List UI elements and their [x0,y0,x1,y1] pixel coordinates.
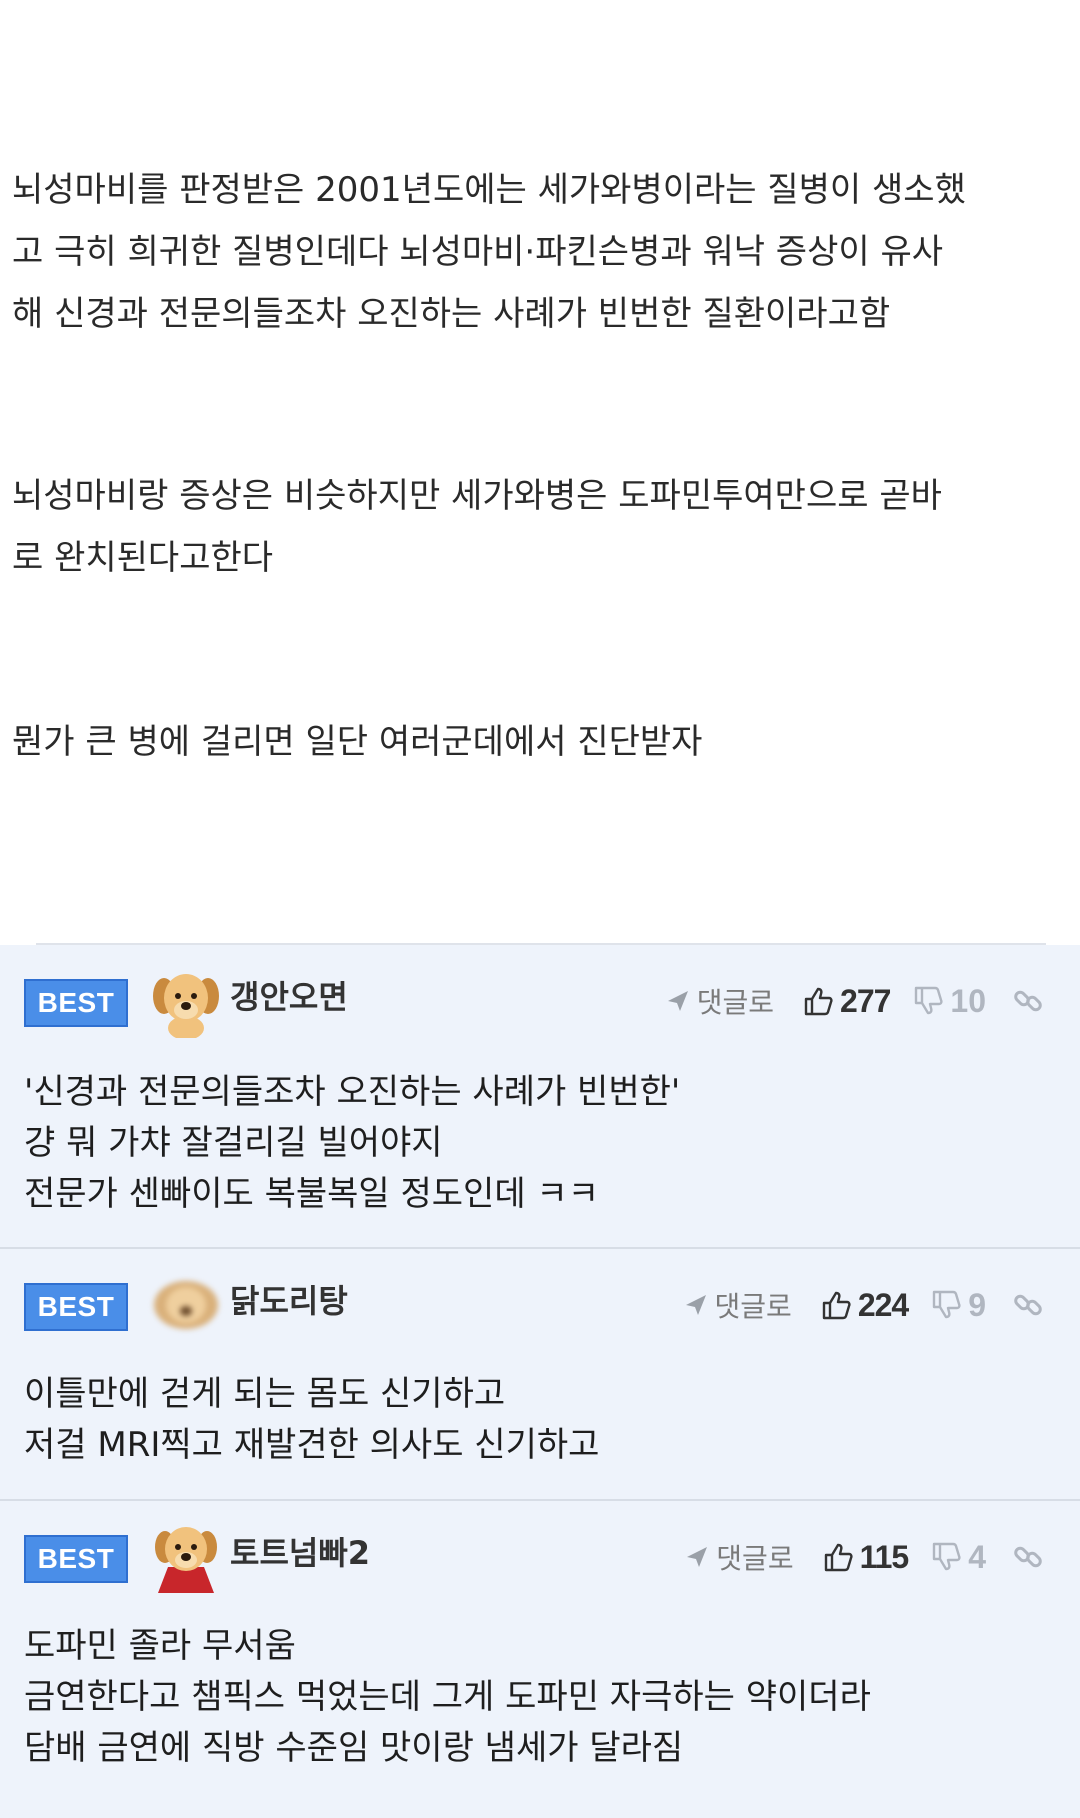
comment-text: 도파민 졸라 무서움 금연한다고 챔픽스 먹었는데 그게 도파민 자극하는 약이… [24,1626,871,1768]
comment-text: '신경과 전문의들조차 오진하는 사례가 빈번한' 걍 뭐 가챠 잘걸리길 빌어… [24,1072,681,1214]
link-icon[interactable] [1012,985,1044,1017]
thumbs-up-icon [824,1543,853,1572]
article-paragraph: 뭔가 큰 병에 걸리면 일단 여러군데에서 진단받자 [12,722,703,762]
comment-username[interactable]: 갱안오면 [230,977,348,1017]
reply-arrow-icon [687,1547,708,1567]
comment-meta: 댓글로 224 9 [683,1283,1044,1327]
best-badge: BEST [24,1535,128,1583]
best-badge: BEST [24,979,128,1027]
caped-puppy-avatar-icon[interactable] [150,1521,222,1593]
link-icon[interactable] [1012,1289,1044,1321]
thumbs-down-icon [933,1542,961,1571]
reply-label: 댓글로 [716,1542,794,1575]
comment-meta: 댓글로 277 10 [665,979,1044,1023]
thumbs-up-icon [804,987,833,1016]
like-count: 277 [840,982,891,1019]
best-badge: BEST [24,1283,128,1331]
reply-arrow-icon [685,1295,706,1315]
reply-arrow-icon [667,991,688,1011]
like-count: 115 [859,1538,910,1575]
comment-item: BEST 갱안오면 댓글로 277 10 '신경과 전문의들조차 오진하는 사례… [0,945,1080,1247]
article-paragraph: 뇌성마비를 판정받은 2001년도에는 세가와병이라는 질병이 생소했 고 극히… [12,170,966,334]
dislike-count: 4 [968,1538,986,1575]
dislike-count: 9 [968,1286,986,1323]
best-comments-section: BEST 갱안오면 댓글로 277 10 '신경과 전문의들조차 오진하는 사례… [0,945,1080,1818]
dislike-count: 10 [950,982,986,1019]
comment-text: 이틀만에 걷게 되는 몸도 신기하고 저걸 MRI찍고 재발견한 의사도 신기하… [24,1374,600,1465]
reply-button[interactable]: 댓글로 [665,981,774,1021]
comment-username[interactable]: 닭도리탕 [230,1281,348,1321]
comment-item: BEST 닭도리탕 댓글로 224 9 이틀만에 걷게 되는 몸도 신기하고 저… [0,1249,1080,1499]
like-button[interactable]: 115 [822,1539,909,1576]
comment-meta: 댓글로 115 4 [684,1535,1044,1579]
reply-button[interactable]: 댓글로 [683,1285,792,1325]
like-button[interactable]: 277 [802,982,891,1020]
dislike-button[interactable]: 9 [930,1287,986,1324]
comment-username[interactable]: 토트넘빠2 [230,1533,370,1573]
article-body: 뇌성마비를 판정받은 2001년도에는 세가와병이라는 질병이 생소했 고 극히… [0,0,1080,943]
dislike-button[interactable]: 10 [912,983,986,1020]
thumbs-up-icon [822,1291,851,1320]
reply-label: 댓글로 [696,986,775,1019]
link-icon[interactable] [1012,1541,1044,1573]
article-paragraph: 뇌성마비랑 증상은 비슷하지만 세가와병은 도파민투여만으로 곧바 로 완치된다… [12,476,942,578]
like-count: 224 [857,1286,909,1323]
thumbs-down-icon [933,1290,961,1319]
blurred-puppy-avatar-icon[interactable] [150,1269,222,1341]
reply-button[interactable]: 댓글로 [684,1537,794,1577]
reply-label: 댓글로 [714,1290,792,1323]
puppy-avatar-icon[interactable] [150,966,222,1040]
like-button[interactable]: 224 [820,1286,909,1324]
thumbs-down-icon [915,986,943,1015]
dislike-button[interactable]: 4 [930,1539,986,1576]
comment-item: BEST 토트넘빠2 댓글로 115 4 도파민 졸라 무서움 금연한다고 챔픽… [0,1501,1080,1818]
